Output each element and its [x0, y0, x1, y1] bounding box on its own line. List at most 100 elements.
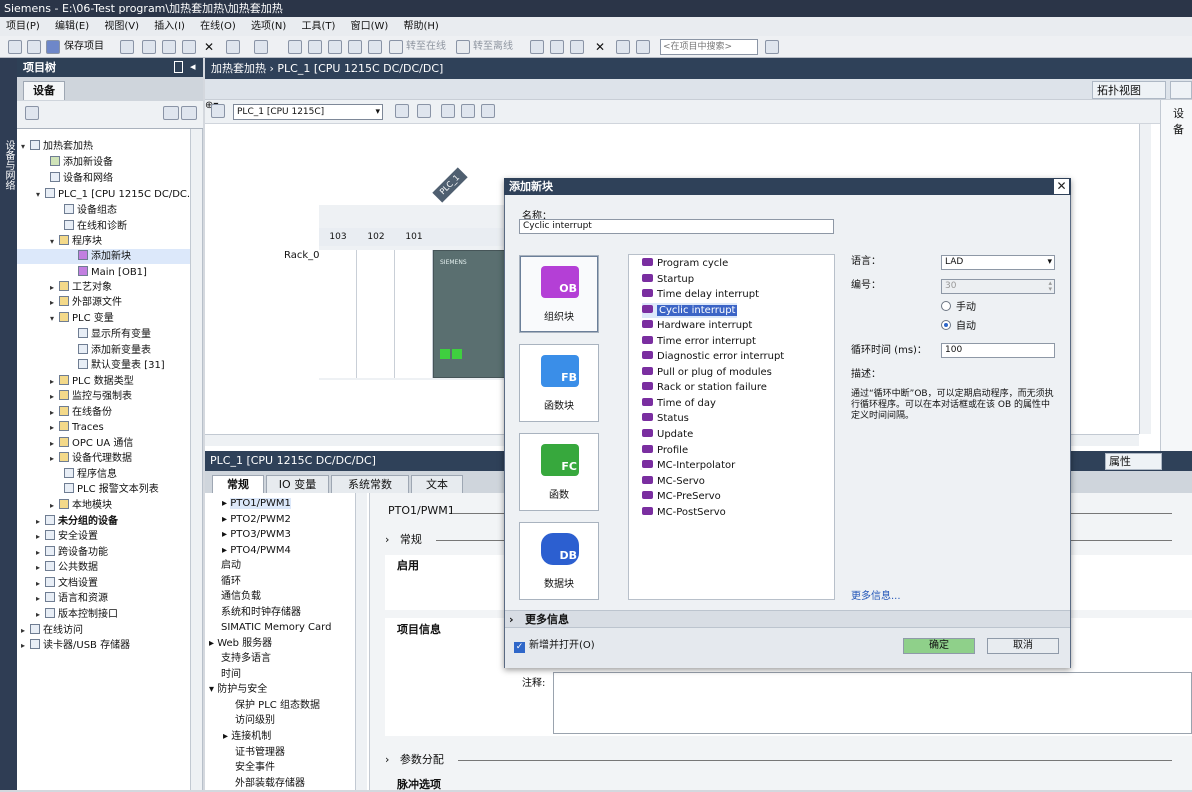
tree-node[interactable]: ▾ 程序块	[50, 234, 102, 249]
list-item[interactable]: Profile	[642, 443, 688, 458]
nav-item[interactable]: 外部装载存储器	[235, 776, 305, 791]
table-view-icon[interactable]	[481, 104, 495, 118]
cut-icon[interactable]	[142, 40, 156, 54]
tree-node[interactable]: ▾ PLC_1 [CPU 1215C DC/DC...	[36, 187, 196, 202]
tree-node[interactable]: ▾ PLC 变量	[50, 311, 114, 326]
list-item-selected[interactable]: Cyclic interrupt	[642, 303, 738, 318]
menu-view[interactable]: 视图(V)	[104, 21, 139, 32]
list-item[interactable]: MC-PreServo	[642, 489, 721, 504]
nav-item[interactable]: SIMATIC Memory Card	[221, 620, 331, 635]
go-offline-button[interactable]: 转至离线	[473, 39, 513, 55]
start-cpu-icon[interactable]	[550, 40, 564, 54]
tree-node[interactable]: ▸ 文档设置	[36, 576, 98, 591]
devices-networks-rail-label[interactable]: 设备与网络	[1, 140, 16, 190]
delete-icon[interactable]: ✕	[204, 39, 214, 55]
tree-node[interactable]: ▸ OPC UA 通信	[50, 436, 133, 451]
tree-node[interactable]: ▸ 读卡器/USB 存储器	[21, 638, 130, 653]
project-tree-scrollbar[interactable]	[190, 129, 202, 790]
add-and-open-checkbox[interactable]: ✓ 新增并打开(O)	[514, 639, 595, 653]
menu-edit[interactable]: 编辑(E)	[55, 21, 89, 32]
rack-slot[interactable]	[319, 250, 357, 378]
tree-node[interactable]: ▸ 安全设置	[36, 529, 98, 544]
language-select[interactable]: LAD ▾	[941, 255, 1055, 270]
tree-node[interactable]: 设备组态	[64, 203, 117, 218]
save-project-button[interactable]: 保存项目	[64, 39, 104, 55]
section-general[interactable]: › 常规	[385, 531, 422, 549]
topology-view-tab[interactable]: 拓扑视图	[1092, 81, 1166, 99]
nav-item[interactable]: ▸ 连接机制	[223, 729, 271, 744]
open-project-icon[interactable]	[27, 40, 41, 54]
tab-system-constants[interactable]: 系统常数	[331, 475, 409, 493]
nav-item[interactable]: 时间	[221, 667, 241, 682]
tab-texts[interactable]: 文本	[411, 475, 463, 493]
close-icon[interactable]: ✕	[1054, 179, 1069, 194]
nav-item[interactable]: ▸ Web 服务器	[209, 636, 272, 651]
tree-node[interactable]: ▸ 外部源文件	[50, 295, 122, 310]
new-project-icon[interactable]	[8, 40, 22, 54]
compile-icon[interactable]	[288, 40, 302, 54]
nav-item[interactable]: 通信负载	[221, 589, 261, 604]
list-item[interactable]: Time error interrupt	[642, 334, 756, 349]
tree-node[interactable]: ▸ 跨设备功能	[36, 545, 108, 560]
category-fb-button[interactable]: FB 函数块	[519, 344, 599, 422]
nav-item[interactable]: 启动	[221, 558, 241, 573]
catalog-tab[interactable]: 设备	[1173, 105, 1192, 137]
cross-ref-icon[interactable]: ✕	[595, 39, 605, 55]
sim-start-icon[interactable]	[368, 40, 382, 54]
grid-icon[interactable]	[461, 104, 475, 118]
more-info-section[interactable]: › 更多信息	[505, 610, 1070, 628]
list-item[interactable]: Diagnostic error interrupt	[642, 349, 784, 364]
nav-scrollbar[interactable]	[355, 493, 367, 790]
nav-item[interactable]: ▾ 防护与安全	[209, 682, 267, 697]
tree-options-icon[interactable]	[181, 106, 197, 120]
tree-node[interactable]: 设备和网络	[50, 171, 113, 186]
upload-icon[interactable]	[328, 40, 342, 54]
tree-node[interactable]: ▸ 监控与强制表	[50, 389, 132, 404]
devices-tab[interactable]: 设备	[23, 81, 65, 100]
list-item[interactable]: Time of day	[642, 396, 716, 411]
list-item[interactable]: Program cycle	[642, 256, 728, 271]
tree-node[interactable]: ▸ 在线备份	[50, 405, 112, 420]
project-search-input[interactable]: <在项目中搜索>	[660, 39, 758, 55]
network-view-tab[interactable]	[1170, 81, 1192, 99]
tree-node[interactable]: 在线和诊断	[64, 219, 127, 234]
menu-help[interactable]: 帮助(H)	[404, 21, 439, 32]
split-horizontal-icon[interactable]	[616, 40, 630, 54]
list-item[interactable]: MC-PostServo	[642, 505, 726, 520]
go-online-button[interactable]: 转至在线	[406, 39, 446, 55]
nav-item[interactable]: 访问级别	[235, 713, 275, 728]
nav-item[interactable]: 支持多语言	[221, 651, 271, 666]
copy-icon[interactable]	[162, 40, 176, 54]
tree-node[interactable]: ▸ 本地模块	[50, 498, 112, 513]
save-icon[interactable]	[46, 40, 60, 54]
nav-item[interactable]: ▸ PTO1/PWM1	[222, 496, 291, 511]
tree-node[interactable]: 显示所有变量	[78, 327, 151, 342]
list-item[interactable]: Startup	[642, 272, 694, 287]
tree-node[interactable]: ▸ 版本控制接口	[36, 607, 118, 622]
tree-node[interactable]: 添加新变量表	[78, 343, 151, 358]
category-ob-button[interactable]: OB 组织块	[519, 255, 599, 333]
radio-auto[interactable]: 自动	[941, 320, 976, 334]
nav-item[interactable]: ▸ PTO3/PWM3	[222, 527, 291, 542]
nav-item[interactable]: 系统和时钟存储器	[221, 605, 301, 620]
tree-node[interactable]: ▸ 设备代理数据	[50, 451, 132, 466]
ok-button[interactable]: 确定	[903, 638, 975, 654]
tab-general[interactable]: 常规	[212, 475, 264, 493]
panel-layout-icon[interactable]	[174, 61, 183, 73]
list-item[interactable]: Rack or station failure	[642, 380, 767, 395]
tree-node[interactable]: ▸ 未分组的设备	[36, 514, 118, 529]
menu-project[interactable]: 项目(P)	[6, 21, 40, 32]
tree-node[interactable]: 程序信息	[64, 467, 117, 482]
tree-node[interactable]: Main [OB1]	[78, 265, 147, 280]
nav-item[interactable]: 保护 PLC 组态数据	[235, 698, 320, 713]
number-stepper[interactable]: 30 ▴ ▾	[941, 279, 1055, 294]
accessible-devices-icon[interactable]	[530, 40, 544, 54]
menu-tools[interactable]: 工具(T)	[302, 21, 336, 32]
tree-node[interactable]: 添加新设备	[50, 155, 113, 170]
tree-node[interactable]: ▸ 工艺对象	[50, 280, 112, 295]
tree-node[interactable]: PLC 报警文本列表	[64, 482, 159, 497]
category-db-button[interactable]: DB 数据块	[519, 522, 599, 600]
list-item[interactable]: Update	[642, 427, 693, 442]
menu-online[interactable]: 在线(O)	[200, 21, 236, 32]
device-overview-icon[interactable]	[211, 104, 225, 118]
